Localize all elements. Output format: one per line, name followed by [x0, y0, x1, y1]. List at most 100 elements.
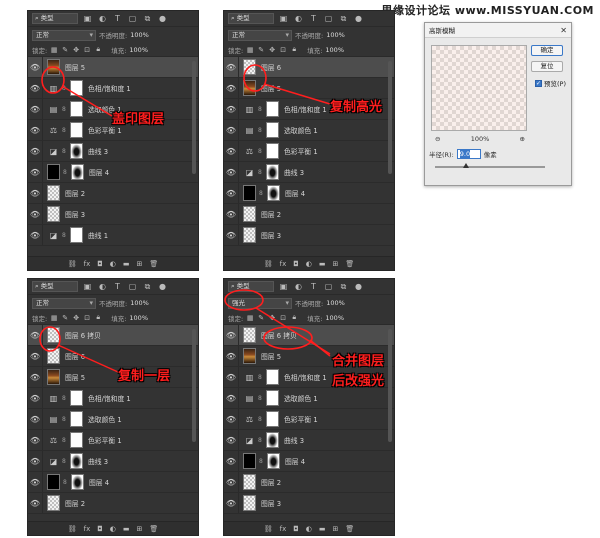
- link-chain-icon[interactable]: 8: [258, 437, 264, 444]
- lock-pixels-icon[interactable]: ✎: [61, 46, 69, 54]
- new-layer-icon[interactable]: ⊞: [333, 525, 339, 533]
- layer-thumbnail[interactable]: [47, 474, 60, 490]
- fill-value[interactable]: 100%: [325, 314, 344, 322]
- layer-thumbnail[interactable]: [243, 185, 256, 201]
- layer-row[interactable]: 👁︎ 图层 2: [224, 472, 394, 493]
- layer-thumbnail[interactable]: [243, 474, 256, 490]
- layer-row[interactable]: 👁︎ 图层 5: [28, 57, 198, 78]
- scrollbar[interactable]: [192, 329, 196, 443]
- layer-thumbnail[interactable]: [47, 185, 60, 201]
- link-chain-icon[interactable]: 8: [62, 127, 68, 134]
- add-mask-icon[interactable]: ◘: [97, 525, 103, 533]
- link-chain-icon[interactable]: 8: [258, 106, 264, 113]
- layer-row[interactable]: 👁︎ ◪ 8 曲线 1: [28, 225, 198, 246]
- opacity-value[interactable]: 100%: [326, 299, 345, 307]
- blend-mode-select[interactable]: 正常: [32, 297, 96, 309]
- visibility-eye-icon[interactable]: 👁︎: [224, 189, 238, 198]
- add-mask-icon[interactable]: ◘: [97, 260, 103, 268]
- visibility-eye-icon[interactable]: 👁︎: [28, 415, 42, 424]
- fill-value[interactable]: 100%: [129, 46, 148, 54]
- layer-row[interactable]: 👁︎ 图层 6: [224, 57, 394, 78]
- visibility-eye-icon[interactable]: 👁︎: [28, 394, 42, 403]
- visibility-eye-icon[interactable]: 👁︎: [28, 126, 42, 135]
- link-chain-icon[interactable]: 8: [258, 169, 264, 176]
- kind-filter-select[interactable]: ⌕ 类型: [32, 281, 78, 292]
- lock-artboard-icon[interactable]: ⊡: [279, 314, 287, 322]
- layer-mask-thumbnail[interactable]: [70, 411, 83, 427]
- shape-filter-icon[interactable]: ▢: [127, 282, 138, 292]
- visibility-eye-icon[interactable]: 👁︎: [224, 105, 238, 114]
- toggle-filter-icon[interactable]: ●: [353, 282, 364, 292]
- layer-row[interactable]: 👁︎ 8 图层 4: [28, 472, 198, 493]
- trash-icon[interactable]: 🗑︎: [149, 260, 158, 268]
- adjustment-filter-icon[interactable]: ◐: [293, 14, 304, 24]
- layer-thumbnail[interactable]: [243, 80, 256, 96]
- preview-checkbox[interactable]: ✓ 预览(P): [535, 78, 566, 88]
- visibility-eye-icon[interactable]: 👁︎: [224, 415, 238, 424]
- fill-value[interactable]: 100%: [129, 314, 148, 322]
- scrollbar[interactable]: [388, 61, 392, 175]
- trash-icon[interactable]: 🗑︎: [149, 525, 158, 533]
- layer-mask-thumbnail[interactable]: [70, 432, 83, 448]
- reset-button[interactable]: 复位: [531, 61, 563, 72]
- layer-mask-thumbnail[interactable]: [70, 80, 83, 96]
- link-chain-icon[interactable]: 8: [62, 416, 68, 423]
- visibility-eye-icon[interactable]: 👁︎: [28, 373, 42, 382]
- layer-row[interactable]: 👁︎ 8 图层 4: [224, 183, 394, 204]
- visibility-eye-icon[interactable]: 👁︎: [224, 147, 238, 156]
- link-chain-icon[interactable]: 8: [62, 106, 68, 113]
- visibility-eye-icon[interactable]: 👁︎: [224, 478, 238, 487]
- image-filter-icon[interactable]: ▣: [278, 14, 289, 24]
- fx-icon[interactable]: fx: [280, 260, 287, 268]
- visibility-eye-icon[interactable]: 👁︎: [224, 210, 238, 219]
- layer-mask-thumbnail[interactable]: [266, 122, 279, 138]
- lock-all-icon[interactable]: 🔒︎: [290, 313, 298, 322]
- visibility-eye-icon[interactable]: 👁︎: [28, 105, 42, 114]
- layer-row[interactable]: 👁︎ ▤ 8 选取颜色 1: [28, 409, 198, 430]
- link-chain-icon[interactable]: 8: [62, 395, 68, 402]
- layer-mask-thumbnail[interactable]: [266, 143, 279, 159]
- lock-position-icon[interactable]: ✥: [268, 46, 276, 54]
- scrollbar[interactable]: [388, 329, 392, 443]
- visibility-eye-icon[interactable]: 👁︎: [224, 436, 238, 445]
- layer-thumbnail[interactable]: [243, 206, 256, 222]
- smart-object-filter-icon[interactable]: ⧉: [338, 14, 349, 24]
- shape-filter-icon[interactable]: ▢: [323, 14, 334, 24]
- layer-mask-thumbnail[interactable]: [70, 143, 83, 159]
- lock-transparency-icon[interactable]: ▦: [246, 314, 254, 322]
- link-chain-icon[interactable]: 8: [258, 416, 264, 423]
- link-chain-icon[interactable]: 8: [62, 437, 68, 444]
- link-layers-icon[interactable]: ⛓︎: [264, 260, 273, 268]
- layer-mask-thumbnail[interactable]: [267, 185, 280, 201]
- link-layers-icon[interactable]: ⛓︎: [264, 525, 273, 533]
- layer-row[interactable]: 👁︎ 图层 3: [224, 225, 394, 246]
- visibility-eye-icon[interactable]: 👁︎: [28, 210, 42, 219]
- add-mask-icon[interactable]: ◘: [293, 525, 299, 533]
- ok-button[interactable]: 确定: [531, 45, 563, 56]
- layer-row[interactable]: 👁︎ ◪ 8 曲线 3: [224, 430, 394, 451]
- lock-position-icon[interactable]: ✥: [268, 314, 276, 322]
- layer-row[interactable]: 👁︎ 图层 3: [28, 204, 198, 225]
- layer-mask-thumbnail[interactable]: [266, 101, 279, 117]
- link-chain-icon[interactable]: 8: [258, 148, 264, 155]
- radius-slider[interactable]: [435, 163, 545, 168]
- toggle-filter-icon[interactable]: ●: [157, 14, 168, 24]
- kind-filter-select[interactable]: ⌕ 类型: [228, 13, 274, 24]
- trash-icon[interactable]: 🗑︎: [345, 260, 354, 268]
- layer-mask-thumbnail[interactable]: [266, 411, 279, 427]
- link-chain-icon[interactable]: 8: [62, 148, 68, 155]
- shape-filter-icon[interactable]: ▢: [127, 14, 138, 24]
- visibility-eye-icon[interactable]: 👁︎: [224, 352, 238, 361]
- type-filter-icon[interactable]: T: [308, 282, 319, 292]
- visibility-eye-icon[interactable]: 👁︎: [28, 436, 42, 445]
- visibility-eye-icon[interactable]: 👁︎: [224, 373, 238, 382]
- lock-all-icon[interactable]: 🔒︎: [94, 313, 102, 322]
- lock-transparency-icon[interactable]: ▦: [50, 314, 58, 322]
- layer-row[interactable]: 👁︎ 8 图层 4: [28, 162, 198, 183]
- layer-thumbnail[interactable]: [47, 369, 60, 385]
- layer-thumbnail[interactable]: [243, 227, 256, 243]
- adjustment-layer-icon[interactable]: ◐: [110, 260, 116, 268]
- lock-position-icon[interactable]: ✥: [72, 314, 80, 322]
- lock-pixels-icon[interactable]: ✎: [61, 314, 69, 322]
- layer-thumbnail[interactable]: [243, 348, 256, 364]
